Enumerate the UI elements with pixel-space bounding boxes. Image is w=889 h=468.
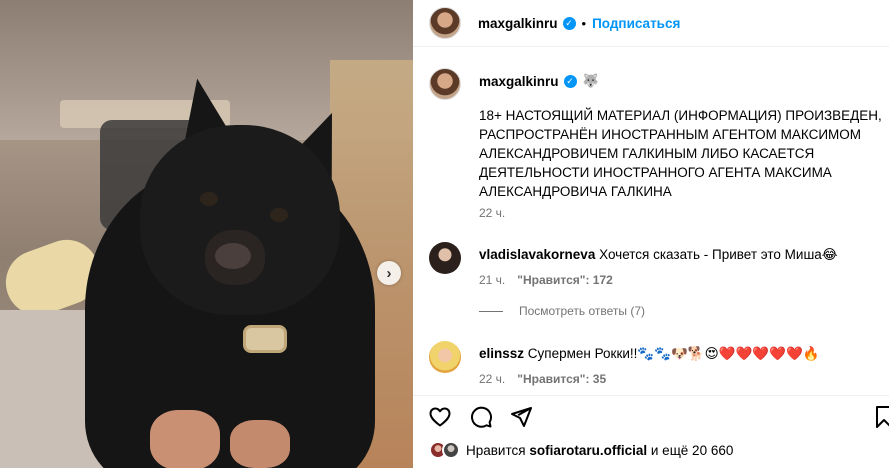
commenter-avatar[interactable] [429,341,461,373]
dog-eye-right [270,208,288,222]
likes-prefix: Нравится [466,442,526,458]
hand-left [150,410,220,468]
dog-head [140,125,340,315]
bookmark-icon[interactable] [871,404,889,430]
caption-author-avatar[interactable] [429,68,461,100]
comment-icon[interactable] [468,404,494,430]
comment-timestamp[interactable]: 21 ч. [479,273,505,287]
comment-timestamp[interactable]: 22 ч. [479,372,505,386]
liker-avatar [442,441,460,459]
caption-timestamp[interactable]: 22 ч. [479,206,505,220]
follow-button[interactable]: Подписаться [592,16,680,31]
heart-icon[interactable] [427,404,453,430]
comment-like-count[interactable]: "Нравится": 172 [517,273,613,287]
dog-collar-tag [243,325,287,353]
action-bar [413,395,889,435]
post-header: maxgalkinru ✓ • Подписаться [413,0,889,47]
commenter-avatar[interactable] [429,242,461,274]
dog-nose [215,243,251,269]
author-username[interactable]: maxgalkinru [478,16,558,31]
view-replies-label: Посмотреть ответы (7) [519,304,646,318]
likes-summary[interactable]: Нравится sofiarotaru.official и ещё 20 6… [429,441,733,459]
comment-text: Супермен Рокки!!🐾🐾🐶🐕😍❤️❤️❤️❤️❤️🔥 [527,346,820,361]
caption-author-username[interactable]: maxgalkinru [479,74,559,89]
dog-eye-left [200,192,218,206]
comment-text: Хочется сказать - Привет это Миша😂 [599,247,838,262]
post-side-panel: maxgalkinru ✓ • Подписаться maxgalkinru … [413,0,889,468]
hand-right [230,420,290,468]
commenter-username[interactable]: elinssz [479,346,524,361]
caption-text: 18+ НАСТОЯЩИЙ МАТЕРИАЛ (ИНФОРМАЦИЯ) ПРОИ… [479,108,882,199]
separator-dot: • [581,15,587,31]
caption-emoji: 🐺 [582,73,599,88]
replies-divider [479,310,503,312]
verified-badge-icon: ✓ [562,16,576,30]
verified-badge-icon: ✓ [563,74,577,88]
commenter-username[interactable]: vladislavakorneva [479,247,595,262]
post-photo[interactable]: › [0,0,413,468]
share-icon[interactable] [508,404,534,430]
chevron-right-icon: › [386,264,392,282]
liker-username[interactable]: sofiarotaru.official [529,443,647,458]
author-avatar[interactable] [429,7,461,39]
likes-suffix: и ещё 20 660 [650,442,734,458]
comment-like-count[interactable]: "Нравится": 35 [517,372,606,386]
carousel-next-button[interactable]: › [377,261,401,285]
view-replies-button[interactable]: Посмотреть ответы (7) [479,304,645,318]
